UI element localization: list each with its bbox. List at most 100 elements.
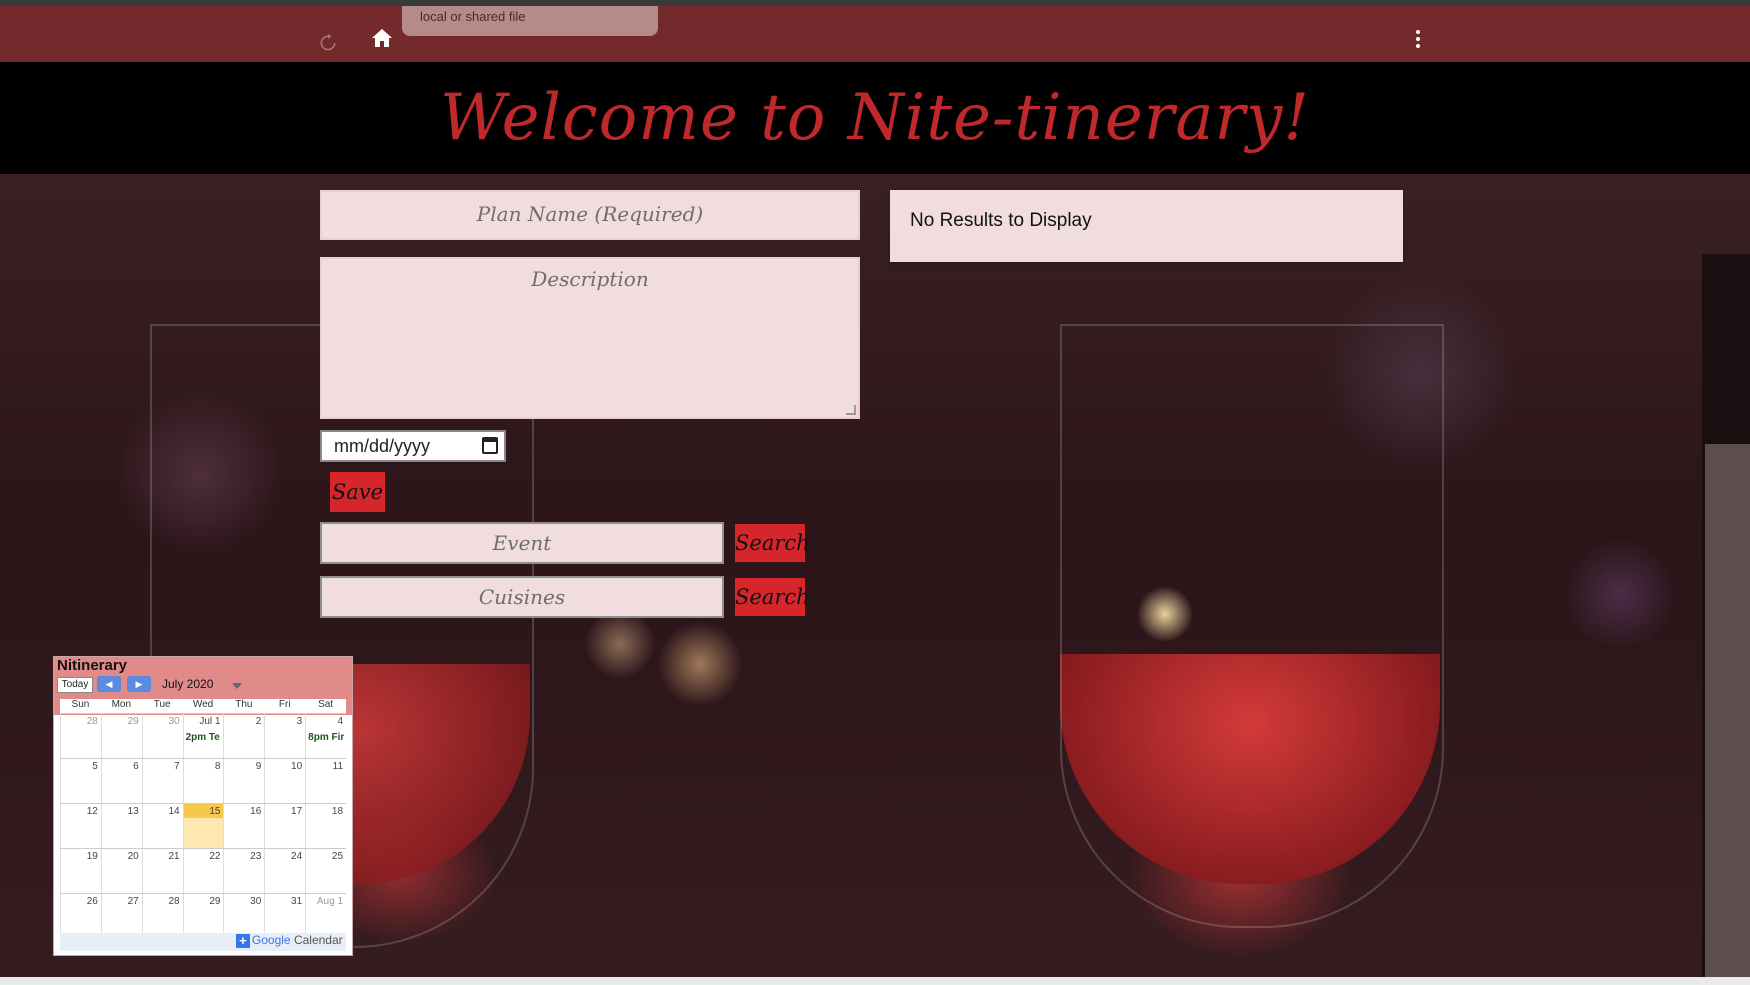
- calendar-day[interactable]: 13: [100, 804, 142, 848]
- day-number: 28: [168, 896, 180, 907]
- calendar-day[interactable]: 10: [264, 759, 305, 803]
- day-number: 30: [168, 716, 180, 727]
- day-number: 25: [331, 851, 344, 862]
- calendar-week: 19 20 21 22 23 24 25: [60, 848, 346, 893]
- site-header: Welcome to Nite-tinerary!: [0, 62, 1750, 174]
- calendar-day[interactable]: 4 8pm Fir: [305, 714, 346, 758]
- calendar-icon[interactable]: [482, 437, 498, 454]
- calendar-day[interactable]: 22: [182, 849, 224, 893]
- day-number: 22: [209, 851, 221, 862]
- calendar-day[interactable]: 27: [100, 894, 142, 938]
- calendar-day[interactable]: 28: [141, 894, 183, 938]
- day-number: 12: [86, 806, 98, 817]
- today-button[interactable]: Today: [57, 677, 93, 693]
- calendar-grid: 28 29 30 Jul 1 2pm Te 2 3 4 8pm Fir 5 6 7 8 9 10 11 12 13…: [60, 713, 346, 938]
- page-title: Welcome to Nite-tinerary!: [440, 81, 1310, 155]
- google-calendar-footer[interactable]: + Google Calendar: [60, 933, 346, 951]
- day-number: 20: [127, 851, 139, 862]
- home-icon[interactable]: [370, 26, 394, 50]
- cuisines-input[interactable]: Cuisines: [320, 576, 724, 618]
- calendar-day[interactable]: 8: [182, 759, 224, 803]
- tooltip: local or shared file: [402, 6, 658, 36]
- day-number: 21: [168, 851, 180, 862]
- calendar-day[interactable]: 16: [223, 804, 264, 848]
- resize-handle[interactable]: [846, 405, 856, 415]
- day-of-week: Wed: [192, 699, 214, 710]
- event-input[interactable]: Event: [320, 522, 724, 564]
- calendar-title: Nitinerary: [57, 657, 128, 674]
- day-number: 18: [331, 806, 344, 817]
- day-number: 3: [296, 716, 303, 727]
- day-of-week: Sat: [318, 699, 334, 710]
- browser-toolbar: local or shared file: [0, 0, 1750, 62]
- description-textarea[interactable]: Description: [320, 257, 860, 419]
- day-number: 27: [127, 896, 139, 907]
- calendar-day[interactable]: 12: [60, 804, 101, 848]
- add-calendar-icon[interactable]: +: [235, 933, 250, 948]
- day-number: 6: [133, 761, 139, 772]
- day-number: 31: [291, 896, 303, 907]
- day-number: 5: [92, 761, 98, 772]
- day-number: 8: [214, 761, 221, 772]
- next-month-icon[interactable]: ▶: [127, 676, 151, 692]
- calendar-day[interactable]: 20: [100, 849, 142, 893]
- day-number: 13: [127, 806, 139, 817]
- google-calendar-widget: Nitinerary Today ◀ ▶ July 2020 Sun Mon Tue…: [53, 656, 353, 956]
- calendar-day[interactable]: 30: [223, 894, 264, 938]
- day-number: 9: [255, 761, 262, 772]
- prev-month-icon[interactable]: ◀: [97, 676, 121, 692]
- calendar-event[interactable]: 8pm Fir: [308, 732, 344, 743]
- calendar-day[interactable]: 29: [182, 894, 224, 938]
- day-of-week: Fri: [278, 699, 291, 710]
- calendar-day[interactable]: 3: [264, 714, 305, 758]
- day-number: 28: [86, 716, 98, 727]
- day-number: 14: [168, 806, 180, 817]
- calendar-day[interactable]: 6: [100, 759, 142, 803]
- calendar-week: 5 6 7 8 9 10 11: [60, 758, 346, 803]
- glass-right: [1060, 324, 1444, 928]
- calendar-day[interactable]: 24: [264, 849, 305, 893]
- calendar-day[interactable]: 28: [60, 714, 101, 758]
- reload-icon[interactable]: [318, 33, 338, 53]
- day-number: 16: [250, 806, 262, 817]
- plan-name-input[interactable]: Plan Name (Required): [320, 190, 860, 240]
- calendar-day[interactable]: 29: [100, 714, 142, 758]
- calendar-day[interactable]: 31: [264, 894, 305, 938]
- footer-google: Google: [251, 933, 291, 947]
- calendar-day[interactable]: 17: [264, 804, 305, 848]
- calendar-day[interactable]: 23: [223, 849, 264, 893]
- kebab-menu-icon[interactable]: [1414, 28, 1422, 50]
- footer-calendar: Calendar: [293, 933, 343, 947]
- day-number: 7: [174, 761, 180, 772]
- calendar-day[interactable]: 15: [182, 804, 224, 848]
- event-search-button[interactable]: Search: [735, 524, 810, 562]
- calendar-week: 28 29 30 Jul 1 2pm Te 2 3 4 8pm Fir: [60, 713, 346, 758]
- cuisines-search-button[interactable]: Search: [735, 578, 810, 616]
- calendar-day[interactable]: 25: [305, 849, 346, 893]
- day-number: 10: [291, 761, 303, 772]
- calendar-day[interactable]: 5: [60, 759, 101, 803]
- calendar-event[interactable]: 2pm Te: [186, 732, 220, 743]
- calendar-day[interactable]: 9: [223, 759, 264, 803]
- plan-name-placeholder: Plan Name (Required): [476, 202, 704, 226]
- calendar-day[interactable]: 14: [141, 804, 183, 848]
- month-dropdown-icon[interactable]: [232, 683, 242, 689]
- calendar-day[interactable]: 7: [141, 759, 183, 803]
- day-number: 17: [291, 806, 303, 817]
- calendar-day[interactable]: 11: [305, 759, 346, 803]
- calendar-day[interactable]: 18: [305, 804, 346, 848]
- day-number: 4: [337, 716, 344, 727]
- calendar-day[interactable]: 21: [141, 849, 183, 893]
- calendar-day[interactable]: 30: [141, 714, 183, 758]
- calendar-day[interactable]: 19: [60, 849, 101, 893]
- month-label: July 2020: [162, 677, 214, 691]
- save-button[interactable]: Save: [330, 472, 385, 512]
- calendar-week: 26 27 28 29 30 31 Aug 1: [60, 893, 346, 938]
- calendar-day[interactable]: Aug 1: [305, 894, 346, 938]
- calendar-day[interactable]: 2: [223, 714, 264, 758]
- calendar-week: 12 13 14 15 16 17 18: [60, 803, 346, 848]
- calendar-day[interactable]: Jul 1 2pm Te: [182, 714, 224, 758]
- day-of-week: Thu: [235, 699, 253, 710]
- date-input[interactable]: mm/dd/yyyy: [320, 430, 506, 462]
- calendar-day[interactable]: 26: [60, 894, 101, 938]
